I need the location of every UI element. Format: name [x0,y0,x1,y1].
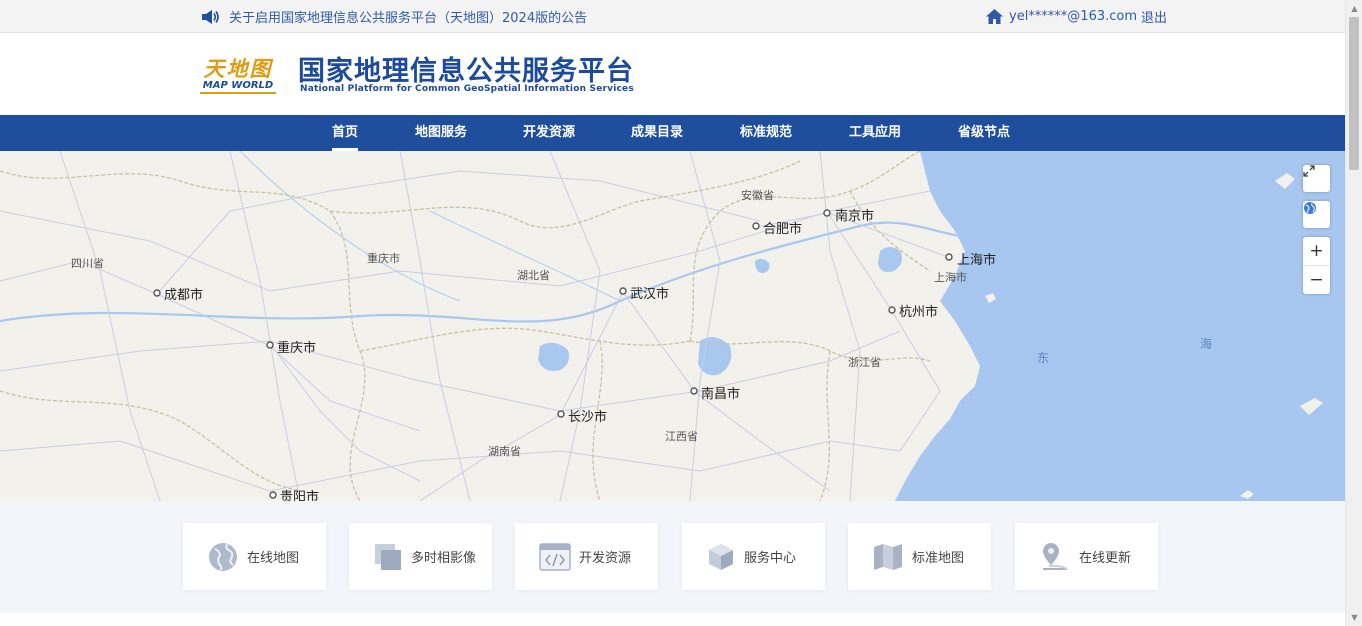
map-label-shanghai-city: 上海市 [957,252,996,268]
cube-icon [706,542,736,572]
scroll-up-arrow[interactable]: ▲ [1346,0,1362,17]
map-label-changsha: 长沙市 [568,409,607,425]
scroll-down-arrow[interactable]: ▼ [1346,609,1362,626]
taihu-lake [878,247,902,272]
code-window-icon [539,542,571,571]
card-service-center[interactable]: 服务中心 [682,523,825,590]
user-area: yel******@163.com 退出 [986,0,1167,33]
folded-map-icon [872,543,904,571]
page-bottom [0,613,1345,626]
speaker-icon [201,9,219,25]
card-label: 在线地图 [247,551,300,566]
notice-link[interactable]: 关于启用国家地理信息公共服务平台（天地图）2024版的公告 [201,0,587,33]
chaohu-lake [755,258,770,273]
nav-item-provincial-nodes[interactable]: 省级节点 [958,115,1010,151]
user-email[interactable]: yel******@163.com [1009,9,1137,24]
location-pin-icon [1039,541,1071,573]
notice-text: 关于启用国家地理信息公共服务平台（天地图）2024版的公告 [229,11,588,26]
card-online-map[interactable]: 在线地图 [183,523,326,590]
nav-item-tools[interactable]: 工具应用 [849,115,901,151]
map-label-hangzhou: 杭州市 [899,304,938,320]
page-scrollbar[interactable]: ▲ ▼ [1345,0,1362,626]
logo-cn-text: 天地图 [203,56,273,81]
card-label: 标准地图 [912,551,965,566]
site-subtitle: National Platform for Common GeoSpatial … [300,84,634,94]
map-label-anhui: 安徽省 [741,188,774,202]
page: 关于启用国家地理信息公共服务平台（天地图）2024版的公告 yel******@… [0,0,1362,626]
site-header: 天地图 MAP WORLD 国家地理信息公共服务平台 National Plat… [0,33,1345,115]
map-label-nanjing: 南京市 [835,208,874,224]
layers-icon [373,542,403,572]
globe-button[interactable] [1303,201,1330,228]
site-title: 国家地理信息公共服务平台 [298,56,634,87]
card-online-update[interactable]: 在线更新 [1015,523,1158,590]
card-dev-resources[interactable]: 开发资源 [515,523,658,590]
scroll-thumb[interactable] [1349,17,1359,170]
map-label-zhejiang: 浙江省 [848,356,881,369]
logout-link[interactable]: 退出 [1141,7,1167,26]
home-icon[interactable] [986,9,1003,24]
nav-item-map-services[interactable]: 地图服务 [415,115,467,151]
nav-item-catalog[interactable]: 成果目录 [631,115,683,151]
map-label-nanchang: 南昌市 [701,386,740,402]
dongting-lake [538,342,569,371]
province-borders [0,151,931,501]
map-label-dong: 东 [1037,351,1049,365]
map-label-hunan: 湖南省 [488,445,521,458]
zoom-control: + − [1303,237,1330,294]
map-viewer[interactable]: 安徽省 合肥市 南京市 上海市 上海市 四川省 重庆市 成都市 湖北省 武汉市 … [0,151,1345,501]
map-label-chongqing-prov: 重庆市 [367,251,400,265]
map-canvas[interactable]: 安徽省 合肥市 南京市 上海市 上海市 四川省 重庆市 成都市 湖北省 武汉市 … [0,151,1345,501]
yangtze-river [0,221,961,323]
nav-item-standards[interactable]: 标准规范 [740,115,792,151]
quick-links: 在线地图 多时相影像 开发资源 服务中心 标准地图 在线更新 [0,501,1345,613]
east-china-sea [895,151,1345,501]
globe-icon [207,541,239,573]
top-notice-bar: 关于启用国家地理信息公共服务平台（天地图）2024版的公告 yel******@… [0,0,1345,33]
map-label-chongqing-city: 重庆市 [277,340,316,356]
map-label-hai: 海 [1200,336,1212,351]
card-label: 在线更新 [1079,551,1132,566]
zoom-out-button[interactable]: − [1303,265,1330,293]
map-label-guiyang: 贵阳市 [280,489,319,501]
fullscreen-button[interactable] [1303,165,1330,192]
nav-item-home[interactable]: 首页 [332,115,359,151]
card-label: 开发资源 [579,551,632,566]
logo-en-text: MAP WORLD [200,80,276,94]
card-label: 多时相影像 [411,551,477,566]
zoom-in-button[interactable]: + [1303,237,1330,265]
map-label-sichuan: 四川省 [71,257,104,270]
map-label-chengdu: 成都市 [164,287,203,303]
map-label-wuhan: 武汉市 [630,286,669,302]
card-label: 服务中心 [744,551,797,566]
site-logo[interactable]: 天地图 MAP WORLD [200,53,276,97]
map-label-shanghai-prov: 上海市 [934,270,967,284]
road-network [0,151,949,501]
map-label-jiangxi: 江西省 [665,430,698,443]
card-standard-map[interactable]: 标准地图 [848,523,991,590]
map-label-hefei: 合肥市 [763,221,802,237]
main-nav: 首页 地图服务 开发资源 成果目录 标准规范 工具应用 省级节点 [0,115,1345,151]
nav-item-dev-resources[interactable]: 开发资源 [523,115,575,151]
card-multi-temporal-imagery[interactable]: 多时相影像 [349,523,492,590]
han-river [429,210,621,302]
map-label-hubei: 湖北省 [517,269,550,282]
